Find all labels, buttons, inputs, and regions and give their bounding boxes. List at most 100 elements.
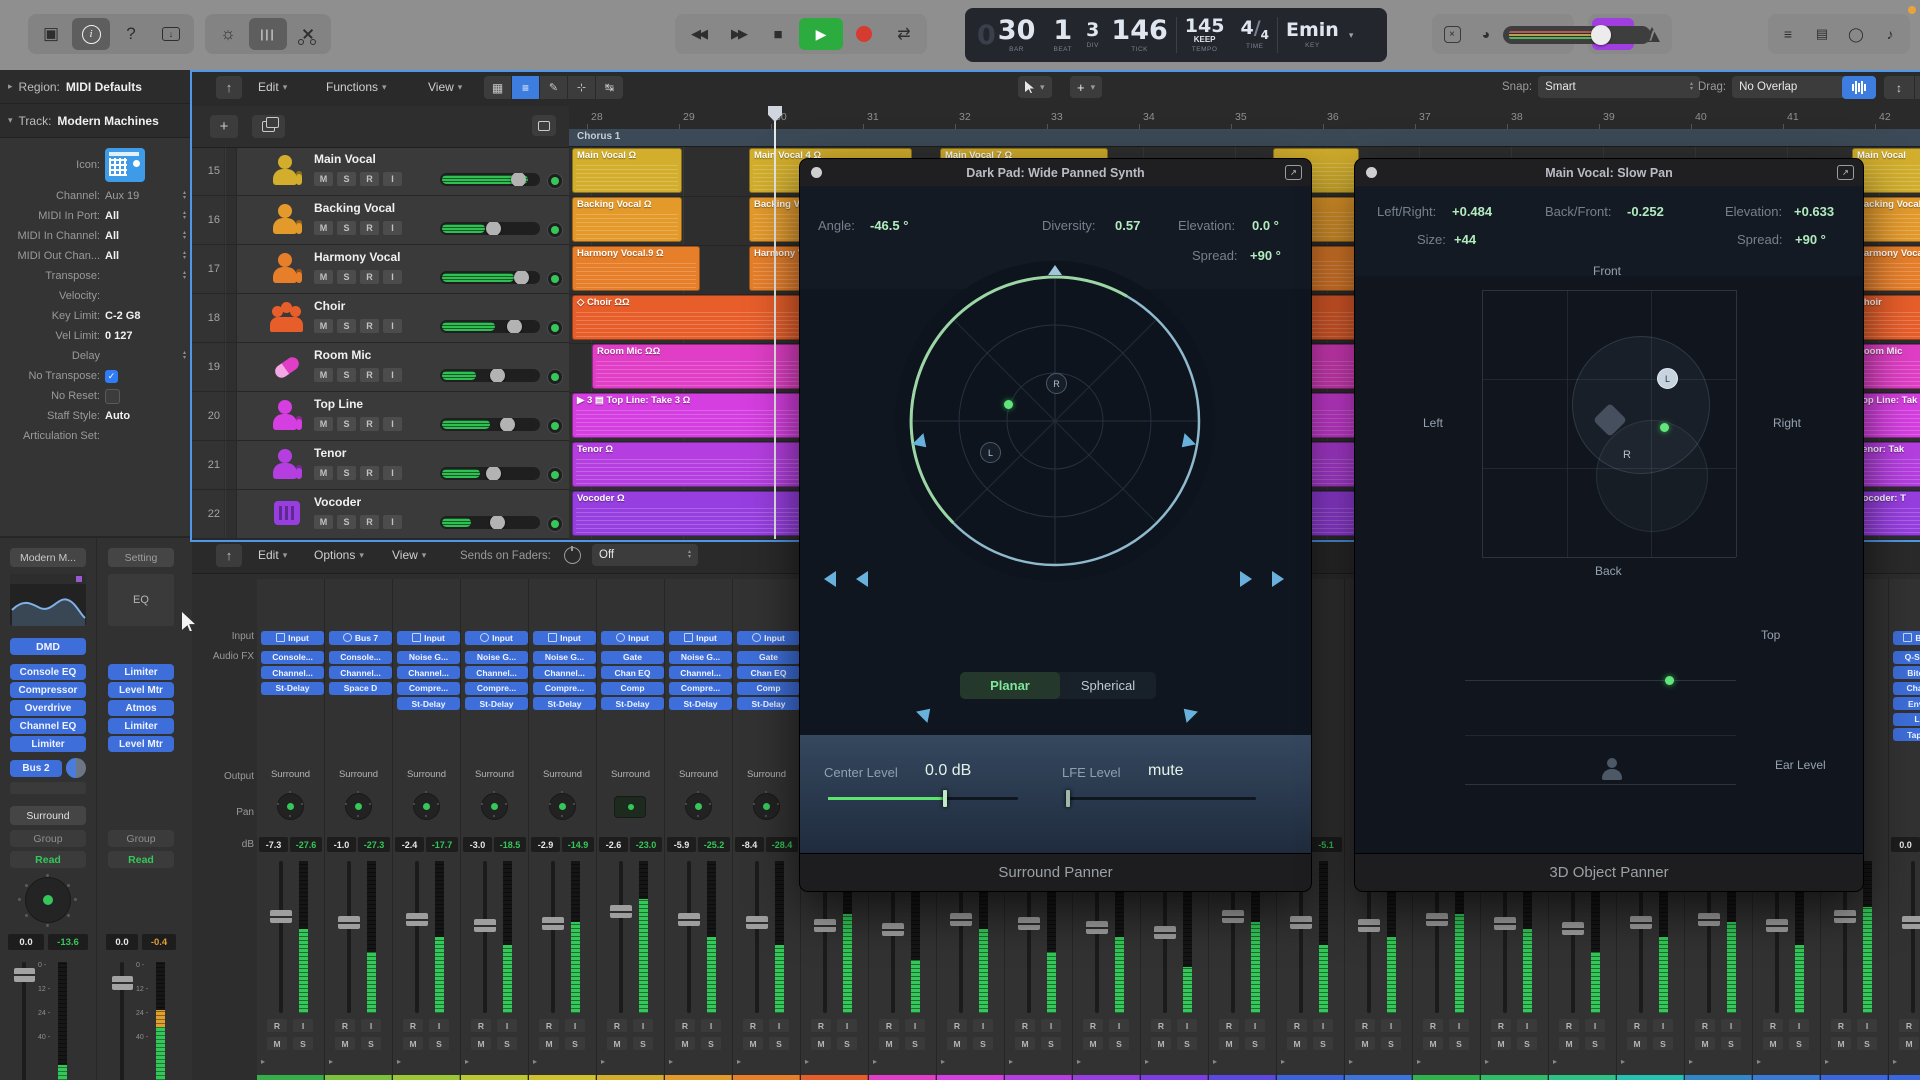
strip-name[interactable]: Night of Avalon <box>1345 1075 1412 1080</box>
strip-mute-button[interactable]: M <box>471 1037 491 1050</box>
strip-mute-button[interactable]: M <box>675 1037 695 1050</box>
strip-plugin-slot[interactable]: Noise G... <box>397 651 460 664</box>
group-button[interactable]: Group <box>108 830 174 847</box>
flex-icon[interactable]: ↹ <box>596 76 623 99</box>
object-pan-dot-left[interactable] <box>1660 423 1669 432</box>
strip-mute-button[interactable]: M <box>947 1037 967 1050</box>
send-knob[interactable] <box>66 758 86 778</box>
strip-input-slot[interactable]: Input <box>397 631 460 645</box>
strip-input-monitor-button[interactable]: I <box>565 1019 585 1032</box>
fader-cap[interactable] <box>112 976 133 990</box>
strip-disclosure-icon[interactable]: ▸ <box>1077 1057 1081 1066</box>
rewind-button[interactable]: ◀◀ <box>679 18 717 50</box>
strip-input-slot[interactable]: Input <box>465 631 528 645</box>
strip-solo-button[interactable]: S <box>361 1037 381 1050</box>
strip-fader-cap[interactable] <box>1154 926 1176 939</box>
strip-solo-button[interactable]: S <box>1721 1037 1741 1050</box>
strip-output[interactable]: Surround <box>461 769 528 780</box>
lcd-key[interactable]: Emin <box>1286 21 1339 40</box>
lcd-beat[interactable]: 1 <box>1053 17 1072 44</box>
strip-solo-button[interactable]: S <box>633 1037 653 1050</box>
strip-fader-cap[interactable] <box>950 913 972 926</box>
marker-lane[interactable]: Chorus 1 <box>569 129 1920 147</box>
strip-plugin-slot[interactable]: St-Delay <box>533 697 596 710</box>
track-s-button[interactable]: S <box>337 466 356 480</box>
strip-solo-button[interactable]: S <box>565 1037 585 1050</box>
track-fader-knob[interactable] <box>500 418 515 431</box>
track-fader-knob[interactable] <box>511 173 526 186</box>
track-inspector-header[interactable]: ▾ Track: Modern Machines <box>0 104 192 138</box>
strip-plugin-slot[interactable]: Compre... <box>465 682 528 695</box>
track-fader-knob[interactable] <box>514 271 529 284</box>
strip-output[interactable]: Surround <box>529 769 596 780</box>
send-slot[interactable]: Bus 2 <box>10 760 62 777</box>
track-i-button[interactable]: I <box>383 417 402 431</box>
strip-disclosure-icon[interactable]: ▸ <box>1145 1057 1149 1066</box>
mixer-strip-harmony-vocal[interactable]: InputGateChan EQCompSt-DelaySurround-8.4… <box>733 579 801 1080</box>
track-s-button[interactable]: S <box>337 417 356 431</box>
pan-position-dot[interactable] <box>1004 400 1013 409</box>
strip-disclosure-icon[interactable]: ▸ <box>805 1057 809 1066</box>
strip-disclosure-icon[interactable]: ▸ <box>1009 1057 1013 1066</box>
window-close-icon[interactable] <box>1366 167 1377 178</box>
strip-fader-cap[interactable] <box>814 919 836 932</box>
strip-fader-cap[interactable] <box>1562 922 1584 935</box>
automation-mode-button[interactable]: Read <box>10 851 86 868</box>
inspector-field-6[interactable]: Velocity: <box>0 286 192 306</box>
strip-plugin-slot[interactable]: Console... <box>261 651 324 664</box>
strip-fader-cap[interactable] <box>678 913 700 926</box>
strip-mute-button[interactable]: M <box>1083 1037 1103 1050</box>
strip-pan-knob[interactable] <box>550 794 575 819</box>
play-button[interactable]: ▶ <box>799 18 843 50</box>
strip-mute-button[interactable]: M <box>1695 1037 1715 1050</box>
track-volume-slider[interactable] <box>440 516 540 529</box>
strip-fader-cap[interactable] <box>1222 910 1244 923</box>
strip-input-monitor-button[interactable]: I <box>1585 1019 1605 1032</box>
object-left-badge[interactable]: L <box>1657 368 1678 389</box>
strip-input-monitor-button[interactable]: I <box>361 1019 381 1032</box>
strip-plugin-slot[interactable]: Channel... <box>261 666 324 679</box>
strip-disclosure-icon[interactable]: ▸ <box>329 1057 333 1066</box>
strip-record-button[interactable]: R <box>1899 1019 1919 1032</box>
input-monitor-button[interactable] <box>547 173 563 189</box>
master-volume-knob[interactable] <box>1591 25 1611 45</box>
strip-fader-cap[interactable] <box>270 910 292 923</box>
strip-record-button[interactable]: R <box>1355 1019 1375 1032</box>
strip-plugin-slot[interactable]: Gate <box>737 651 800 664</box>
channel-setting-button[interactable]: Modern M... <box>10 548 86 567</box>
strip-fader-cap[interactable] <box>882 923 904 936</box>
track-m-button[interactable]: M <box>314 515 333 529</box>
track-s-button[interactable]: S <box>337 172 356 186</box>
strip-record-button[interactable]: R <box>1219 1019 1239 1032</box>
duplicate-track-button[interactable] <box>252 115 285 138</box>
playhead[interactable] <box>774 106 776 539</box>
strip-name[interactable]: Backing Vocal <box>665 1075 732 1080</box>
strip-input-monitor-button[interactable]: I <box>1789 1019 1809 1032</box>
strip-plugin-slot[interactable]: Comp <box>601 682 664 695</box>
strip-disclosure-icon[interactable]: ▸ <box>1485 1057 1489 1066</box>
strip-record-button[interactable]: R <box>1559 1019 1579 1032</box>
angle-value[interactable]: -46.5 ° <box>870 218 908 233</box>
track-r-button[interactable]: R <box>360 270 379 284</box>
track-m-button[interactable]: M <box>314 368 333 382</box>
strip-solo-button[interactable]: S <box>429 1037 449 1050</box>
strip-mute-button[interactable]: M <box>539 1037 559 1050</box>
field-stepper-icon[interactable]: ▴▾ <box>183 211 186 221</box>
strip-input-slot[interactable]: Input <box>737 631 800 645</box>
strip-mute-button[interactable]: M <box>1151 1037 1171 1050</box>
media-browser-icon[interactable]: ♪ <box>1874 18 1906 50</box>
surround-panner-window[interactable]: Dark Pad: Wide Panned Synth ↗ Angle: -46… <box>800 159 1311 891</box>
strip-fader-slot[interactable] <box>687 861 691 1013</box>
strip-disclosure-icon[interactable]: ▸ <box>1281 1057 1285 1066</box>
strip-plugin-slot[interactable]: Bitcrush <box>1893 666 1920 679</box>
strip-disclosure-icon[interactable]: ▸ <box>1417 1057 1421 1066</box>
strip-disclosure-icon[interactable]: ▸ <box>1689 1057 1693 1066</box>
instrument-slot[interactable]: DMD <box>10 638 86 655</box>
waveform-zoom-button[interactable] <box>1842 76 1876 99</box>
input-monitor-button[interactable] <box>547 369 563 385</box>
region-harmony-vocal-9-[interactable]: Harmony Vocal.9 Ω <box>572 246 700 291</box>
track-row-top-line[interactable]: 20Top LineMSRI <box>192 392 569 441</box>
track-m-button[interactable]: M <box>314 270 333 284</box>
strip-input-slot[interactable]: Bus 7 <box>329 631 392 645</box>
strip-input-monitor-button[interactable]: I <box>1381 1019 1401 1032</box>
